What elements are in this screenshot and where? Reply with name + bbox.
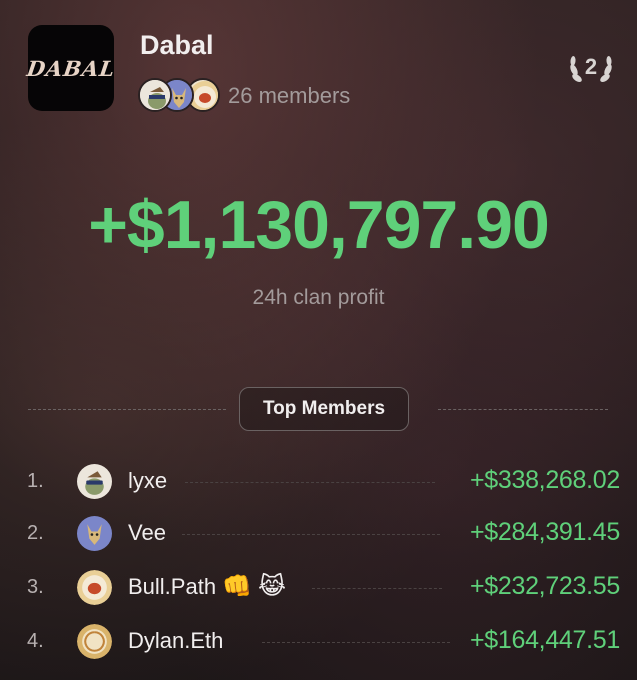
member-name: Vee: [128, 520, 166, 545]
rank-laurel-badge: 2: [566, 48, 616, 88]
members-count[interactable]: 26 members: [228, 83, 350, 109]
member-rank: 1.: [27, 470, 44, 492]
member-avatar-stack[interactable]: [138, 78, 228, 112]
row-dotted-leader: [262, 642, 450, 643]
member-name: Bull.Path 👊 😹: [128, 573, 286, 600]
clan-card: DABAL Dabal 26 members 2 +$1,130,797.90 …: [0, 0, 637, 680]
fox-avatar-icon: [77, 516, 112, 551]
coin-avatar-icon: [77, 624, 112, 659]
member-rank: 2.: [27, 522, 44, 544]
member-rank: 4.: [27, 630, 44, 652]
rank-number: 2: [585, 54, 597, 79]
frog-avatar-icon: [138, 78, 172, 112]
member-profit: +$338,268.02: [469, 466, 620, 494]
section-divider-right: [438, 409, 608, 410]
member-profit: +$284,391.45: [469, 518, 620, 546]
laurel-icon: 2: [570, 54, 612, 82]
member-row[interactable]: 2. Vee +$284,391.45: [0, 514, 637, 554]
clan-logo[interactable]: DABAL: [25, 25, 117, 111]
frog-avatar-icon: [77, 464, 112, 499]
clan-profit-label: 24h clan profit: [252, 286, 385, 309]
clan-name[interactable]: Dabal: [140, 30, 214, 61]
clan-profit-value: +$1,130,797.90: [88, 187, 550, 263]
member-row[interactable]: 3. Bull.Path 👊 😹 +$232,723.55: [0, 568, 637, 608]
crying-cat-emoji-icon: 😹: [257, 573, 286, 600]
fist-emoji-icon: 👊: [222, 573, 252, 600]
member-name: lyxe: [128, 468, 168, 493]
row-dotted-leader: [182, 534, 440, 535]
member-name: Dylan.Eth: [128, 628, 224, 653]
member-row[interactable]: 4. Dylan.Eth +$164,447.51: [0, 622, 637, 662]
row-dotted-leader: [185, 482, 435, 483]
clan-logo-text: DABAL: [25, 55, 117, 81]
member-profit: +$164,447.51: [469, 626, 620, 654]
member-profit: +$232,723.55: [469, 572, 620, 600]
member-rank: 3.: [27, 576, 44, 598]
member-row[interactable]: 1. lyxe +$338,268.02: [0, 462, 637, 502]
bull-avatar-icon: [77, 570, 112, 605]
top-members-button[interactable]: Top Members: [239, 387, 409, 431]
section-divider-left: [28, 409, 226, 410]
row-dotted-leader: [312, 588, 442, 589]
